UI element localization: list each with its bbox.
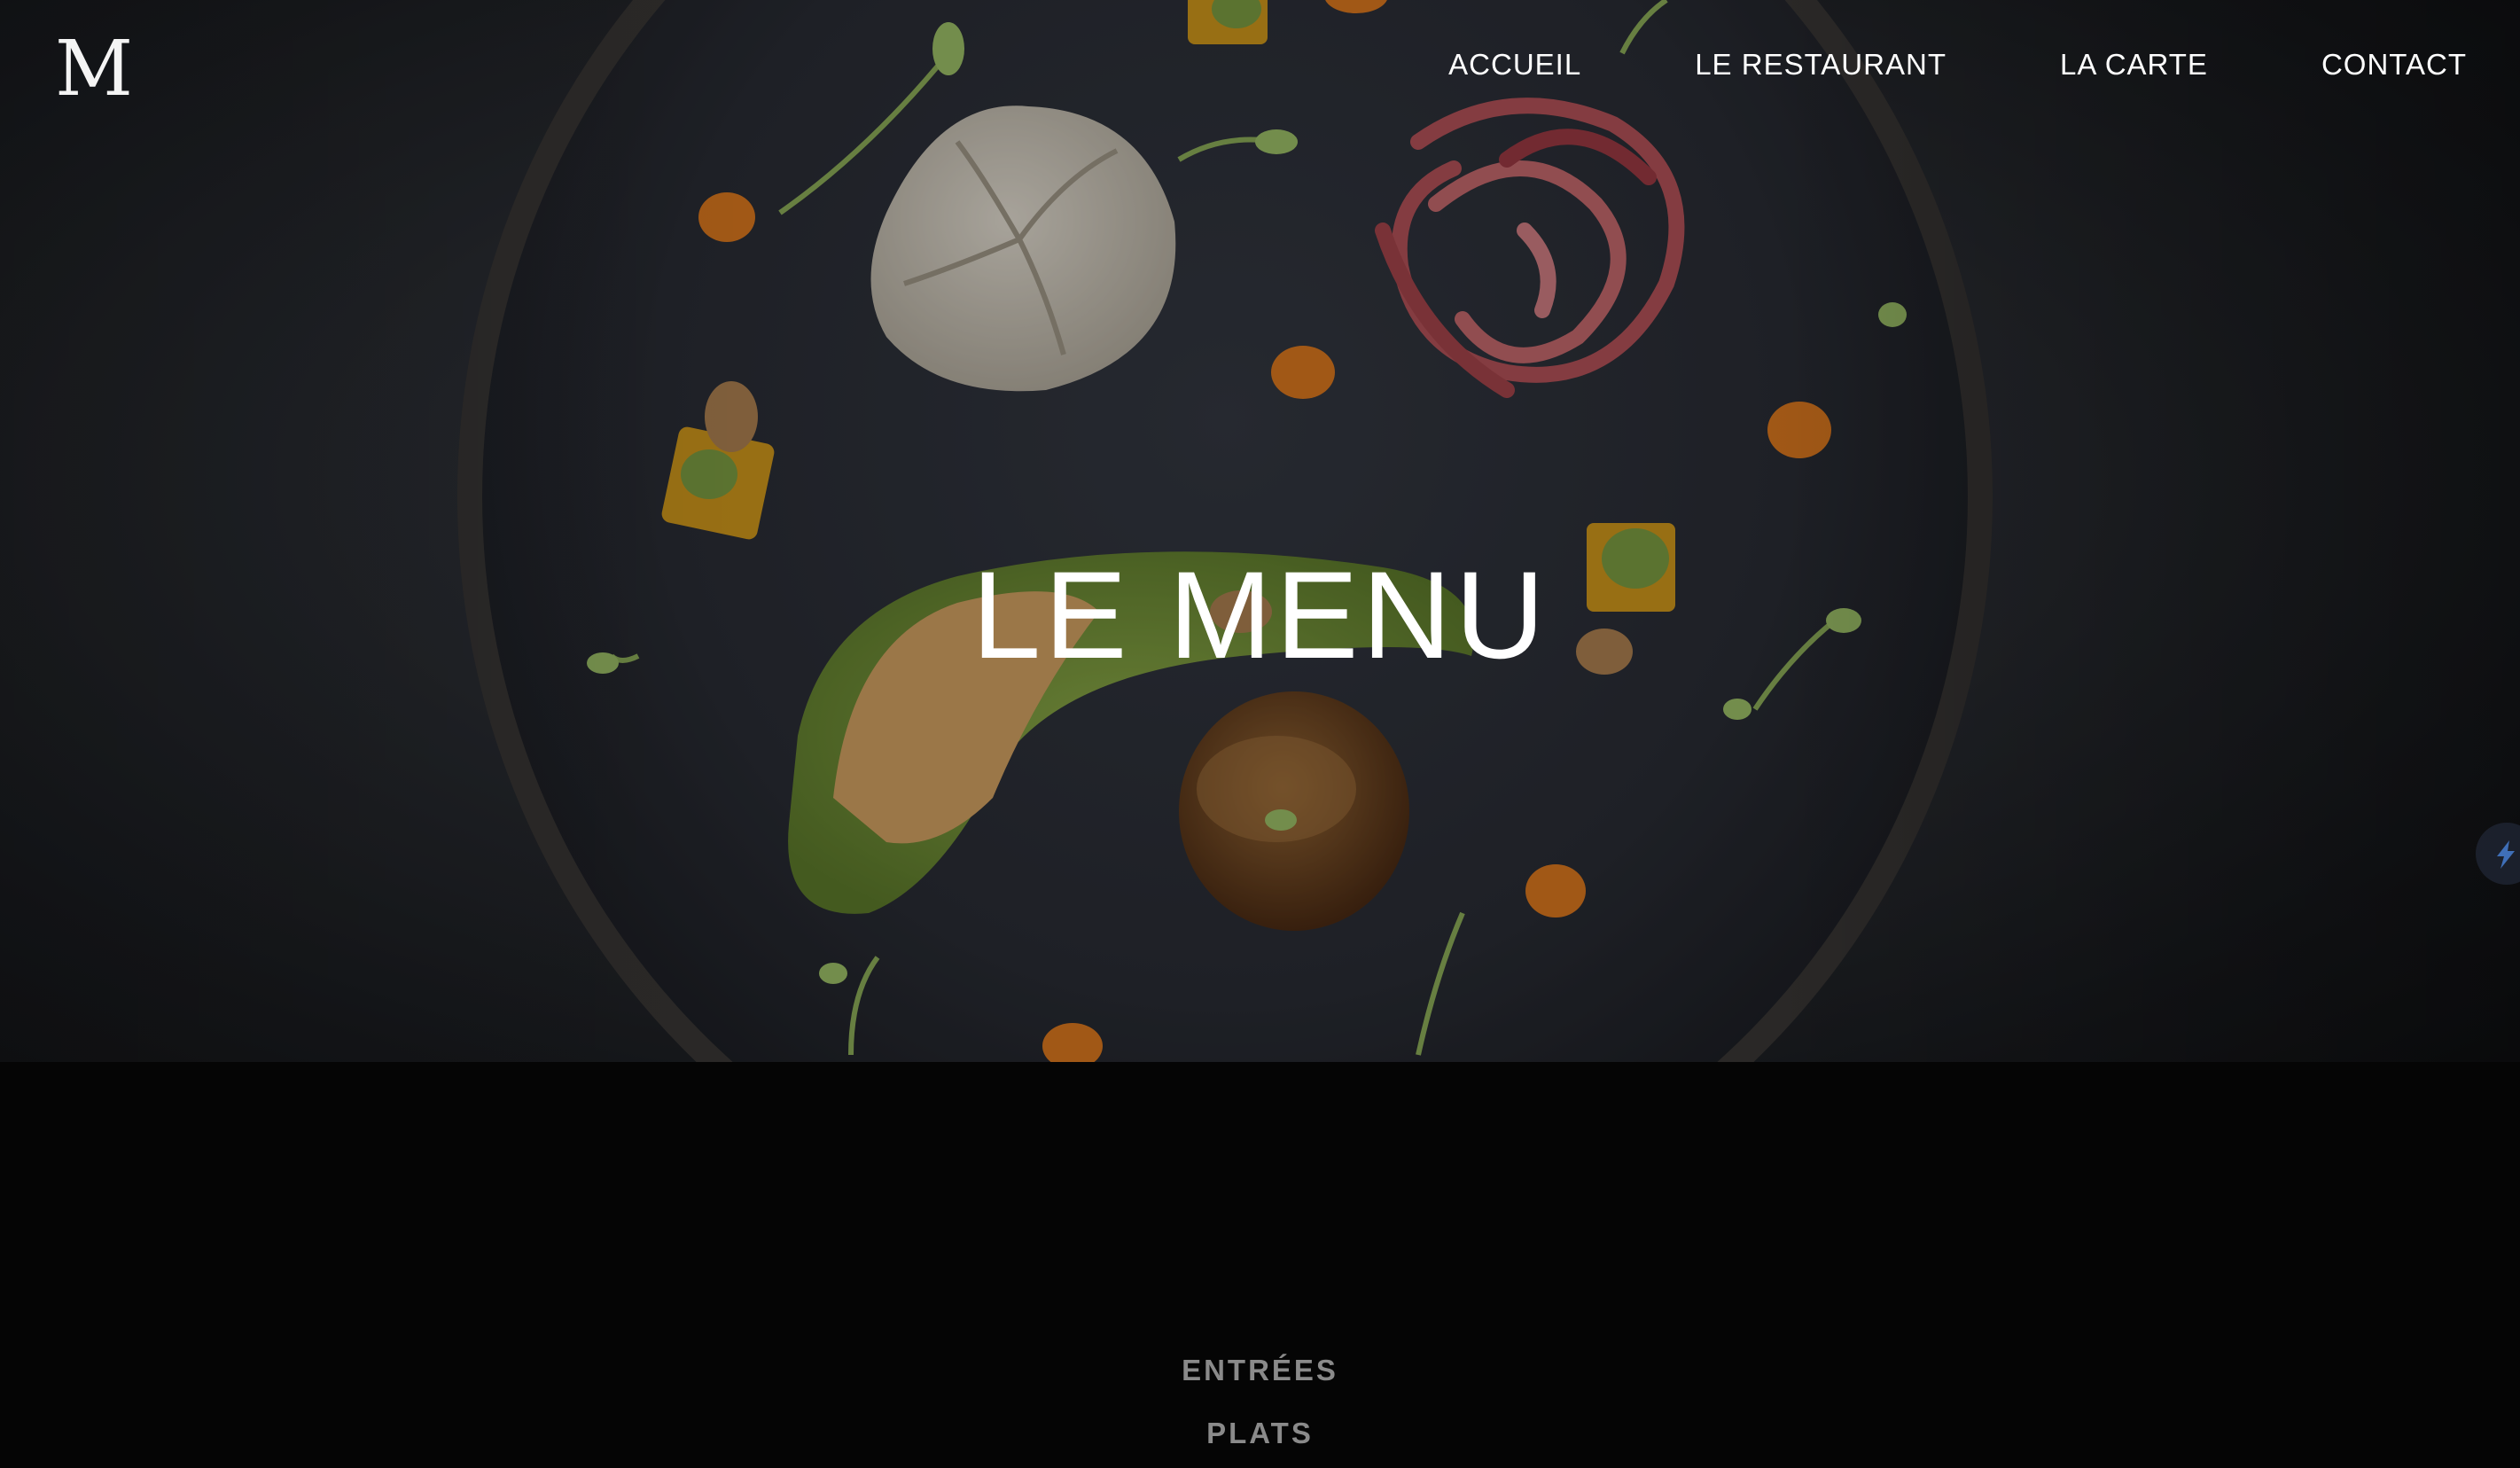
site-logo[interactable]: M (55, 25, 133, 113)
nav-item-le-restaurant[interactable]: LE RESTAURANT (1695, 43, 1947, 87)
hero-overlay (0, 0, 2520, 1062)
page: M ACCUEIL LE RESTAURANT LA CARTE CONTACT… (0, 0, 2520, 1468)
hero-section: M ACCUEIL LE RESTAURANT LA CARTE CONTACT… (0, 0, 2520, 1062)
category-entrees[interactable]: ENTRÉES (0, 1339, 2520, 1402)
nav-item-contact[interactable]: CONTACT (2321, 43, 2467, 87)
nav-item-la-carte[interactable]: LA CARTE (2060, 43, 2208, 87)
menu-category-list: ENTRÉES PLATS (0, 1339, 2520, 1464)
page-title: LE MENU (971, 544, 1549, 684)
bolt-icon (2497, 840, 2515, 869)
category-plats[interactable]: PLATS (0, 1402, 2520, 1464)
main-nav: ACCUEIL LE RESTAURANT LA CARTE CONTACT (1448, 43, 2467, 87)
nav-item-accueil[interactable]: ACCUEIL (1448, 43, 1581, 87)
